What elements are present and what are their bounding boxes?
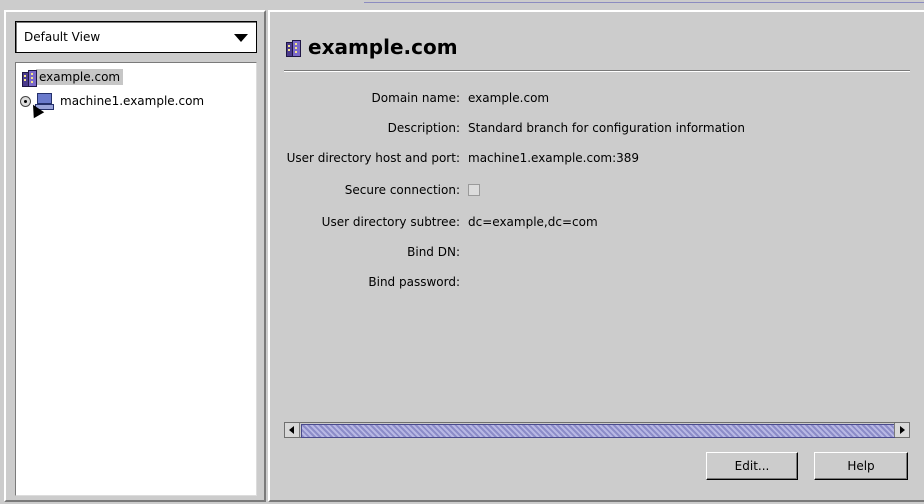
detail-panel: example.com Domain name: example.com Des… xyxy=(268,10,924,502)
property-row: Bind password: xyxy=(270,274,920,290)
property-row: User directory subtree: dc=example,dc=co… xyxy=(270,214,920,230)
property-value: dc=example,dc=com xyxy=(468,215,598,229)
arrow-left-icon xyxy=(289,426,294,434)
page-title: example.com xyxy=(308,35,458,59)
tree-item-label: example.com xyxy=(36,69,124,85)
expand-node-icon[interactable] xyxy=(20,95,31,107)
view-dropdown-value: Default View xyxy=(24,30,101,44)
domain-tree[interactable]: example.com machine1.example.com xyxy=(15,62,257,496)
property-value: Standard branch for configuration inform… xyxy=(468,121,745,135)
property-label: Domain name: xyxy=(371,91,460,105)
property-row: Domain name: example.com xyxy=(270,90,920,106)
property-value: example.com xyxy=(468,91,550,105)
horizontal-scrollbar[interactable] xyxy=(284,422,910,438)
help-button[interactable]: Help xyxy=(814,452,908,480)
navigation-panel: Default View example.com machine1.exampl… xyxy=(4,10,266,502)
property-row: Bind DN: xyxy=(270,244,920,260)
property-label: User directory host and port: xyxy=(286,151,460,165)
chevron-down-icon[interactable] xyxy=(234,34,248,42)
view-dropdown[interactable]: Default View xyxy=(15,21,257,53)
top-divider xyxy=(364,2,924,3)
secure-connection-checkbox[interactable] xyxy=(468,184,480,196)
property-label: Bind password: xyxy=(368,275,460,289)
arrow-right-icon xyxy=(900,426,905,434)
property-row: User directory host and port: machine1.e… xyxy=(270,150,920,166)
detail-header: example.com xyxy=(284,34,458,60)
property-value: machine1.example.com:389 xyxy=(468,151,640,165)
top-strip xyxy=(0,0,924,4)
tree-item-label: machine1.example.com xyxy=(60,94,205,108)
scroll-left-button[interactable] xyxy=(285,423,300,437)
property-row: Description: Standard branch for configu… xyxy=(270,120,920,136)
building-icon xyxy=(20,69,37,87)
building-icon xyxy=(284,39,301,57)
property-label: Description: xyxy=(387,121,460,135)
property-label: User directory subtree: xyxy=(321,215,460,229)
tree-item-machine1[interactable]: machine1.example.com xyxy=(20,91,207,111)
property-label: Bind DN: xyxy=(407,245,460,259)
title-divider xyxy=(284,70,910,71)
scroll-right-button[interactable] xyxy=(894,423,909,437)
edit-button[interactable]: Edit... xyxy=(706,452,798,480)
property-label: Secure connection: xyxy=(344,183,460,197)
scrollbar-thumb[interactable] xyxy=(301,424,895,438)
tree-item-example-com[interactable]: example.com xyxy=(20,67,124,87)
property-row: Secure connection: xyxy=(270,182,920,198)
